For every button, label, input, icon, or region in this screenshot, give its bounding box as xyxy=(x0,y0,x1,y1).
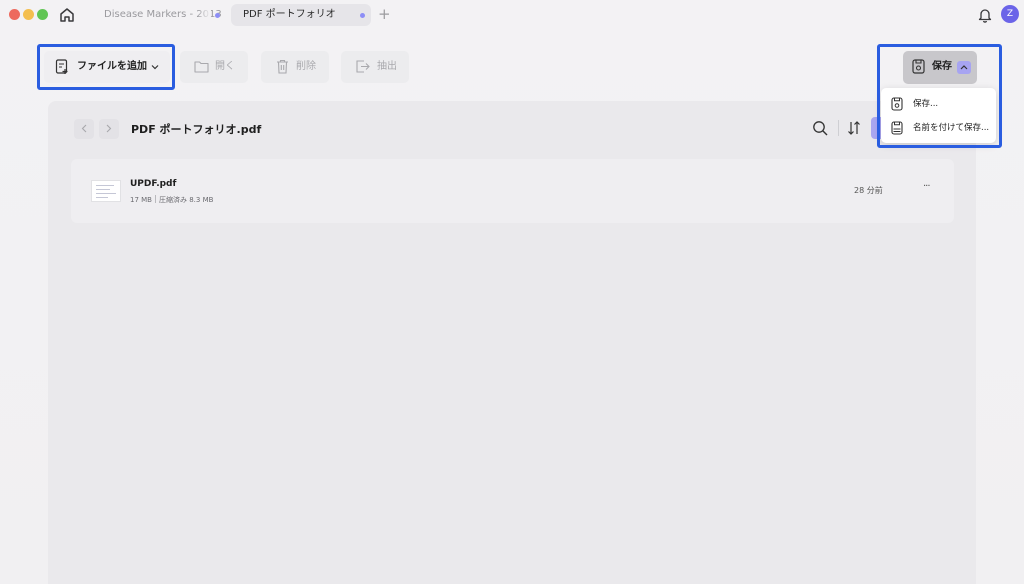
open-button[interactable]: 開く xyxy=(180,51,248,83)
tab-disease-markers[interactable]: Disease Markers - 2013 - xyxy=(92,4,225,26)
chevron-left-icon xyxy=(81,124,87,133)
close-window-button[interactable] xyxy=(9,9,20,20)
file-row[interactable]: UPDF.pdf 17 MB 圧縮済み 8.3 MB 28 分前 ··· xyxy=(71,159,954,223)
unsaved-dot xyxy=(360,13,365,18)
avatar[interactable]: Z xyxy=(1001,5,1019,23)
forward-button[interactable] xyxy=(99,119,119,139)
tab-label: PDF ポートフォリオ xyxy=(243,9,336,20)
file-meta: 17 MB 圧縮済み 8.3 MB xyxy=(130,195,213,205)
extract-label: 抽出 xyxy=(377,61,397,72)
more-options-button[interactable]: ··· xyxy=(923,181,930,192)
title-bar: Disease Markers - 2013 - PDF ポートフォリオ + Z xyxy=(0,0,1024,30)
delete-label: 削除 xyxy=(296,61,316,72)
portfolio-title: PDF ポートフォリオ.pdf xyxy=(131,123,262,136)
chevron-right-icon xyxy=(106,124,112,133)
save-highlight xyxy=(877,44,1002,148)
file-name: UPDF.pdf xyxy=(130,179,177,189)
file-thumbnail xyxy=(91,180,121,202)
sort-icon[interactable] xyxy=(847,120,861,136)
file-compressed-size: 圧縮済み 8.3 MB xyxy=(158,196,214,204)
bell-icon[interactable] xyxy=(977,6,993,24)
minimize-window-button[interactable] xyxy=(23,9,34,20)
zoom-window-button[interactable] xyxy=(37,9,48,20)
home-icon[interactable] xyxy=(58,6,76,24)
new-tab-button[interactable]: + xyxy=(378,5,391,23)
file-size: 17 MB xyxy=(130,196,152,204)
back-button[interactable] xyxy=(74,119,94,139)
extract-button[interactable]: 抽出 xyxy=(341,51,409,83)
unsaved-dot xyxy=(215,13,220,18)
tab-pdf-portfolio[interactable]: PDF ポートフォリオ xyxy=(231,4,371,26)
trash-icon xyxy=(277,59,288,74)
delete-button[interactable]: 削除 xyxy=(261,51,329,83)
add-file-highlight xyxy=(37,44,175,90)
search-icon[interactable] xyxy=(812,120,828,136)
extract-icon xyxy=(356,60,370,73)
open-label: 開く xyxy=(215,61,235,72)
file-modified: 28 分前 xyxy=(854,186,883,195)
toolbar-divider xyxy=(838,120,839,136)
folder-icon xyxy=(194,61,209,73)
